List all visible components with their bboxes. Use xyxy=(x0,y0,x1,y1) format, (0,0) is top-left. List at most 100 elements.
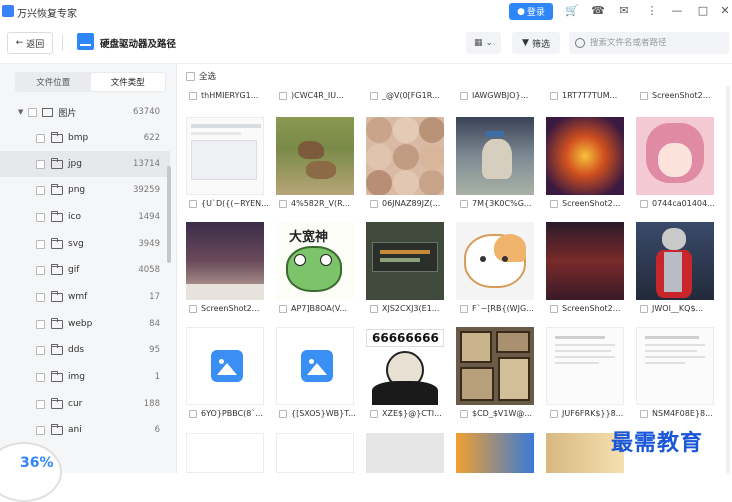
checkbox[interactable] xyxy=(36,292,45,302)
checkbox[interactable] xyxy=(550,91,558,100)
checkbox[interactable] xyxy=(36,345,45,355)
checkbox[interactable] xyxy=(279,199,287,208)
grid-scrollbar[interactable] xyxy=(726,86,730,473)
checkbox[interactable] xyxy=(36,185,45,195)
thumbnail-partial[interactable] xyxy=(366,433,444,473)
thumbnail-dogs-photo[interactable] xyxy=(276,117,354,195)
checkbox[interactable] xyxy=(460,91,468,100)
checkbox[interactable] xyxy=(189,91,197,100)
thumbnail-placeholder[interactable] xyxy=(186,327,264,405)
checkbox[interactable] xyxy=(550,409,558,418)
checkbox[interactable] xyxy=(640,409,648,418)
maximize-icon[interactable]: □ xyxy=(696,4,710,18)
checkbox[interactable] xyxy=(370,409,378,418)
checkbox[interactable] xyxy=(36,372,45,382)
grid-item-label[interactable]: 0744ca01404... xyxy=(640,199,722,208)
checkbox[interactable] xyxy=(370,199,378,208)
tree-item-gif[interactable]: gif 4058 xyxy=(0,257,170,283)
grid-item-label[interactable]: JWOI__KQ$... xyxy=(640,304,722,313)
thumbnail-screenshot-dark[interactable] xyxy=(366,222,444,300)
checkbox[interactable] xyxy=(36,133,45,143)
thumbnail-faces-collage[interactable] xyxy=(366,117,444,195)
close-icon[interactable]: ✕ xyxy=(718,4,732,18)
grid-item-label[interactable]: ScreenShot2... xyxy=(550,199,630,208)
thumbnail-partial[interactable] xyxy=(276,433,354,473)
tree-item-ico[interactable]: ico 1494 xyxy=(0,204,170,230)
grid-item-label[interactable]: XJS2CXJ3(E1... xyxy=(370,304,450,313)
tree-item-jpg[interactable]: jpg 13714 xyxy=(0,151,170,177)
checkbox[interactable] xyxy=(36,212,45,222)
thumbnail-partial[interactable] xyxy=(186,433,264,473)
tree-item-svg[interactable]: svg 3949 xyxy=(0,231,170,257)
thumbnail-meme-face[interactable]: 66666666 xyxy=(366,327,444,405)
checkbox[interactable] xyxy=(370,304,378,313)
checkbox[interactable] xyxy=(370,91,378,100)
back-button[interactable]: ← 返回 xyxy=(7,32,53,54)
checkbox[interactable] xyxy=(640,91,648,100)
thumbnail-screenshot[interactable] xyxy=(186,117,264,195)
checkbox[interactable] xyxy=(460,304,468,313)
tab-file-type[interactable]: 文件类型 xyxy=(90,73,165,91)
checkbox[interactable] xyxy=(460,199,468,208)
tree-item-img[interactable]: img 1 xyxy=(0,364,170,390)
thumbnail-frog-meme[interactable]: 大宽神 xyxy=(276,222,354,300)
thumbnail-document[interactable] xyxy=(636,327,714,405)
thumbnail-cat-cartoon[interactable] xyxy=(456,222,534,300)
select-all[interactable]: 全选 xyxy=(186,70,216,82)
checkbox[interactable] xyxy=(640,304,648,313)
grid-item-label[interactable]: JUF6FRK$}}8... xyxy=(550,409,630,418)
grid-item-label[interactable]: )CWC4R_IU... xyxy=(279,91,359,100)
thumbnail-game-screenshot[interactable] xyxy=(546,222,624,300)
checkbox[interactable] xyxy=(36,265,45,275)
checkbox[interactable] xyxy=(640,199,648,208)
tree-item-dds[interactable]: dds 95 xyxy=(0,337,170,363)
view-mode-button[interactable]: ▦ ⌄ xyxy=(466,32,501,54)
checkbox[interactable] xyxy=(550,199,558,208)
grid-item-label[interactable]: IAWGWBJO}... xyxy=(460,91,540,100)
grid-item-label[interactable]: ScreenShot2... xyxy=(189,304,269,313)
tree-item-bmp[interactable]: bmp 622 xyxy=(0,125,170,151)
checkbox[interactable] xyxy=(36,319,45,329)
grid-item-label[interactable]: 06JNAZ89JZ(... xyxy=(370,199,450,208)
checkbox[interactable] xyxy=(279,91,287,100)
login-button[interactable]: ● 登录 xyxy=(509,3,553,20)
checkbox[interactable] xyxy=(36,399,45,409)
thumbnail-document[interactable] xyxy=(546,327,624,405)
grid-item-label[interactable]: {[SXO5}WB}T... xyxy=(279,409,359,418)
caret-down-icon[interactable]: ▼ xyxy=(18,108,23,116)
filter-button[interactable]: ▼ 筛选 xyxy=(512,32,560,54)
tree-item-wmf[interactable]: wmf 17 xyxy=(0,284,170,310)
checkbox[interactable] xyxy=(28,107,38,117)
checkbox[interactable] xyxy=(460,409,468,418)
grid-item-label[interactable]: ScreenShot2... xyxy=(550,304,630,313)
thumbnail-game-screenshot[interactable] xyxy=(186,222,264,300)
cart-icon[interactable]: 🛒 xyxy=(565,4,579,18)
grid-item-label[interactable]: {U`D({(~RYEN... xyxy=(189,199,269,208)
tree-item-ani[interactable]: ani 6 xyxy=(0,417,170,443)
grid-item-label[interactable]: thHMIERYG1... xyxy=(189,91,269,100)
tree-item-png[interactable]: png 39259 xyxy=(0,177,170,203)
checkbox[interactable] xyxy=(36,239,45,249)
tree-item-webp[interactable]: webp 84 xyxy=(0,311,170,337)
checkbox[interactable] xyxy=(36,159,45,169)
select-all-checkbox[interactable] xyxy=(186,71,195,81)
grid-item-label[interactable]: 1RT7T7TUM... xyxy=(550,91,630,100)
thumbnail-partial[interactable] xyxy=(456,433,534,473)
grid-item-label[interactable]: AP7]B8OA(V... xyxy=(279,304,359,313)
grid-item-label[interactable]: NSM4F08E}8... xyxy=(640,409,722,418)
checkbox[interactable] xyxy=(279,304,287,313)
checkbox[interactable] xyxy=(550,304,558,313)
thumbnail-ultraman-figure[interactable] xyxy=(636,222,714,300)
grid-item-label[interactable]: 6YO}PBBC(8`... xyxy=(189,409,269,418)
grid-item-label[interactable]: _@V(0[FG1R... xyxy=(370,91,450,100)
thumbnail-cat-photo[interactable] xyxy=(456,117,534,195)
grid-item-label[interactable]: F`~[RB{(WJG... xyxy=(460,304,540,313)
mail-icon[interactable]: ✉ xyxy=(617,4,631,18)
minimize-icon[interactable]: — xyxy=(670,4,684,18)
tree-item-cur[interactable]: cur 188 xyxy=(0,391,170,417)
checkbox[interactable] xyxy=(189,304,197,313)
thumbnail-anime-girl[interactable] xyxy=(636,117,714,195)
menu-icon[interactable]: ⋮ xyxy=(645,4,659,18)
checkbox[interactable] xyxy=(279,409,287,418)
tree-item-images[interactable]: ▼ 图片 63740 xyxy=(0,99,170,125)
